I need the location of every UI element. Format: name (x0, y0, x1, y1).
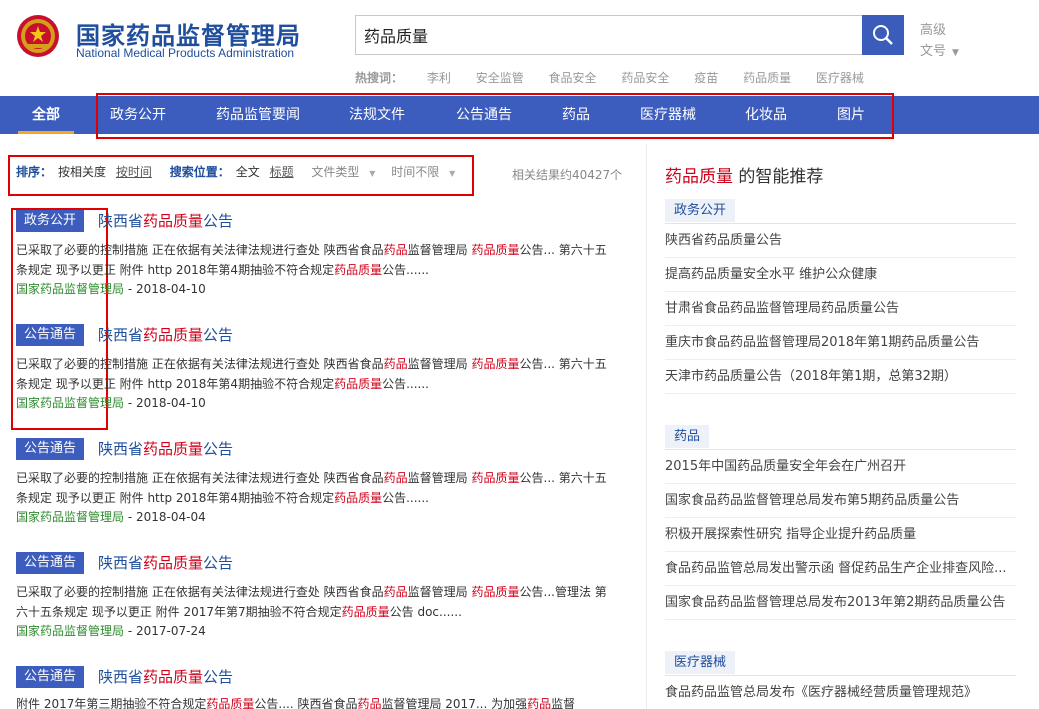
result-title-link[interactable]: 陕西省药品质量公告 (98, 438, 233, 460)
result-snippet: 已采取了必要的控制措施 正在依据有关法律法规进行查处 陕西省食品药品监督管理局 … (16, 471, 607, 505)
doc-number-label: 文号 (920, 44, 947, 59)
result-snippet: 已采取了必要的控制措施 正在依据有关法律法规进行查处 陕西省食品药品监督管理局 … (16, 243, 607, 277)
time-range-dropdown[interactable]: 时间不限 ▼ (391, 165, 461, 179)
column-divider (646, 144, 647, 709)
site-logo-subtitle[interactable]: National Medical Products Administration (76, 46, 294, 60)
recommend-section-head: 药品 (665, 425, 1016, 450)
result-date: - 2018-04-04 (124, 510, 206, 524)
recommend-link[interactable]: 国家食品药品监督管理总局发布2013年第2期药品质量公告 (665, 586, 1016, 620)
chevron-down-icon: ▼ (369, 169, 376, 178)
result-item: 公告通告 陕西省药品质量公告 已采取了必要的控制措施 正在依据有关法律法规进行查处… (16, 324, 616, 412)
sort-relevance[interactable]: 按相关度 (58, 165, 106, 179)
result-item: 政务公开 陕西省药品质量公告 已采取了必要的控制措施 正在依据有关法律法规进行查处… (16, 210, 616, 298)
recommend-section-head: 政务公开 (665, 199, 1016, 224)
recommend-section-head: 医疗器械 (665, 651, 1016, 676)
tab-drugs[interactable]: 药品 (562, 96, 590, 134)
recommend-section: 政务公开 陕西省药品质量公告 提高药品质量安全水平 维护公众健康 甘肃省食品药品… (665, 199, 1016, 394)
search-input[interactable] (356, 16, 862, 54)
category-nav: 全部 政务公开 药品监管要闻 法规文件 公告通告 药品 医疗器械 化妆品 图片 (0, 96, 1039, 134)
file-type-dropdown[interactable]: 文件类型 ▼ (311, 165, 381, 179)
result-item: 公告通告 陕西省药品质量公告 已采取了必要的控制措施 正在依据有关法律法规进行查处… (16, 438, 616, 526)
result-category-tag[interactable]: 公告通告 (16, 552, 85, 574)
recommend-link[interactable]: 国家食品药品监督管理总局发布第5期药品质量公告 (665, 484, 1016, 518)
site-header: 国家药品监督管理局 National Medical Products Admi… (0, 0, 1039, 96)
tab-medical-devices[interactable]: 医疗器械 (640, 96, 696, 134)
result-source: 国家药品监督管理局 - 2017-07-24 (16, 622, 616, 640)
result-category-tag[interactable]: 公告通告 (16, 324, 85, 346)
hot-search-item[interactable]: 疫苗 (694, 71, 718, 85)
recommend-link[interactable]: 甘肃省食品药品监督管理局药品质量公告 (665, 292, 1016, 326)
result-title-link[interactable]: 陕西省药品质量公告 (98, 666, 233, 688)
sort-label: 排序： (16, 165, 53, 179)
result-source-site[interactable]: 国家药品监督管理局 (16, 510, 124, 524)
search-button[interactable] (862, 15, 904, 55)
filter-bar: 排序： 按相关度 按时间 搜索位置： 全文 标题 文件类型 ▼ 时间不限 ▼ (16, 163, 467, 180)
hot-search-item[interactable]: 李利 (427, 71, 451, 85)
active-tab-indicator (18, 131, 74, 134)
time-range-label: 时间不限 (391, 165, 440, 179)
recommend-link[interactable]: 天津市药品质量公告（2018年第1期，总第32期） (665, 360, 1016, 394)
recommend-section: 药品 2015年中国药品质量安全年会在广州召开 国家食品药品监督管理总局发布第5… (665, 425, 1016, 620)
result-item: 公告通告 陕西省药品质量公告 已采取了必要的控制措施 正在依据有关法律法规进行查处… (16, 552, 616, 640)
recommend-link[interactable]: 陕西省药品质量公告 (665, 224, 1016, 258)
result-source: 国家药品监督管理局 - 2018-04-10 (16, 280, 616, 298)
tab-images[interactable]: 图片 (837, 96, 865, 134)
hot-search-bar: 热搜词： 李利 安全监管 食品安全 药品安全 疫苗 药品质量 医疗器械 (355, 69, 885, 86)
result-source: 国家药品监督管理局 - 2018-04-04 (16, 508, 616, 526)
result-item: 公告通告 陕西省药品质量公告 附件 2017年第三期抽验不符合规定药品质量公告..… (16, 666, 616, 709)
result-snippet: 已采取了必要的控制措施 正在依据有关法律法规进行查处 陕西省食品药品监督管理局 … (16, 357, 607, 391)
hot-search-label: 热搜词： (355, 71, 404, 85)
recommend-link[interactable]: 提高药品质量安全水平 维护公众健康 (665, 258, 1016, 292)
recommend-section-label[interactable]: 药品 (665, 425, 710, 448)
recommend-link[interactable]: 积极开展探索性研究 指导企业提升药品质量 (665, 518, 1016, 552)
advanced-search-link[interactable]: 高级 (920, 19, 946, 38)
result-date: - 2017-07-24 (124, 624, 206, 638)
tab-regulations[interactable]: 法规文件 (349, 96, 405, 134)
hot-search-item[interactable]: 安全监管 (476, 71, 524, 85)
hot-search-item[interactable]: 医疗器械 (816, 71, 864, 85)
file-type-label: 文件类型 (311, 165, 360, 179)
result-snippet: 附件 2017年第三期抽验不符合规定药品质量公告.... 陕西省食品药品监督管理… (16, 697, 576, 709)
chevron-down-icon: ▼ (449, 169, 456, 178)
result-count: 相关结果约40427个 (512, 168, 623, 182)
recommend-section-label[interactable]: 政务公开 (665, 199, 736, 222)
tab-announcements[interactable]: 公告通告 (456, 96, 512, 134)
sort-time-link[interactable]: 按时间 (116, 165, 152, 179)
hot-search-item[interactable]: 药品安全 (621, 71, 669, 85)
result-category-tag[interactable]: 公告通告 (16, 438, 85, 460)
result-title-link[interactable]: 陕西省药品质量公告 (98, 552, 233, 574)
result-date: - 2018-04-10 (124, 396, 206, 410)
recommend-section-label[interactable]: 医疗器械 (665, 651, 736, 674)
recommendation-title: 药品质量 的智能推荐 (665, 167, 824, 187)
tab-government-affairs[interactable]: 政务公开 (110, 96, 166, 134)
result-date: - 2018-04-10 (124, 282, 206, 296)
position-fulltext[interactable]: 全文 (236, 165, 260, 179)
position-title-link[interactable]: 标题 (270, 165, 294, 179)
recommend-link[interactable]: 食品药品监管总局发出警示函 督促药品生产企业排查风险... (665, 552, 1016, 586)
recommend-link[interactable]: 2015年中国药品质量安全年会在广州召开 (665, 450, 1016, 484)
result-title-link[interactable]: 陕西省药品质量公告 (98, 210, 233, 232)
result-source: 国家药品监督管理局 - 2018-04-10 (16, 394, 616, 412)
recommend-link[interactable]: 食品药品监管总局发布《医疗器械经营质量管理规范》 (665, 676, 1016, 709)
search-icon (873, 25, 893, 45)
result-source-site[interactable]: 国家药品监督管理局 (16, 396, 124, 410)
recommend-link[interactable]: 重庆市食品药品监督管理局2018年第1期药品质量公告 (665, 326, 1016, 360)
recommend-section: 医疗器械 食品药品监管总局发布《医疗器械经营质量管理规范》 (665, 651, 1016, 709)
tab-all[interactable]: 全部 (32, 96, 60, 134)
search-box (355, 15, 862, 55)
result-source-site[interactable]: 国家药品监督管理局 (16, 624, 124, 638)
tab-drug-news[interactable]: 药品监管要闻 (216, 96, 300, 134)
chevron-down-icon: ▼ (952, 48, 959, 58)
result-category-tag[interactable]: 政务公开 (16, 210, 85, 232)
result-snippet: 已采取了必要的控制措施 正在依据有关法律法规进行查处 陕西省食品药品监督管理局 … (16, 585, 607, 619)
doc-number-dropdown[interactable]: 文号 ▼ (920, 40, 959, 59)
hot-search-item[interactable]: 药品质量 (743, 71, 791, 85)
result-title-link[interactable]: 陕西省药品质量公告 (98, 324, 233, 346)
hot-search-item[interactable]: 食品安全 (549, 71, 597, 85)
result-category-tag[interactable]: 公告通告 (16, 666, 85, 688)
search-position-label: 搜索位置： (169, 165, 230, 179)
national-emblem-icon (17, 15, 59, 57)
result-source-site[interactable]: 国家药品监督管理局 (16, 282, 124, 296)
tab-cosmetics[interactable]: 化妆品 (745, 96, 787, 134)
